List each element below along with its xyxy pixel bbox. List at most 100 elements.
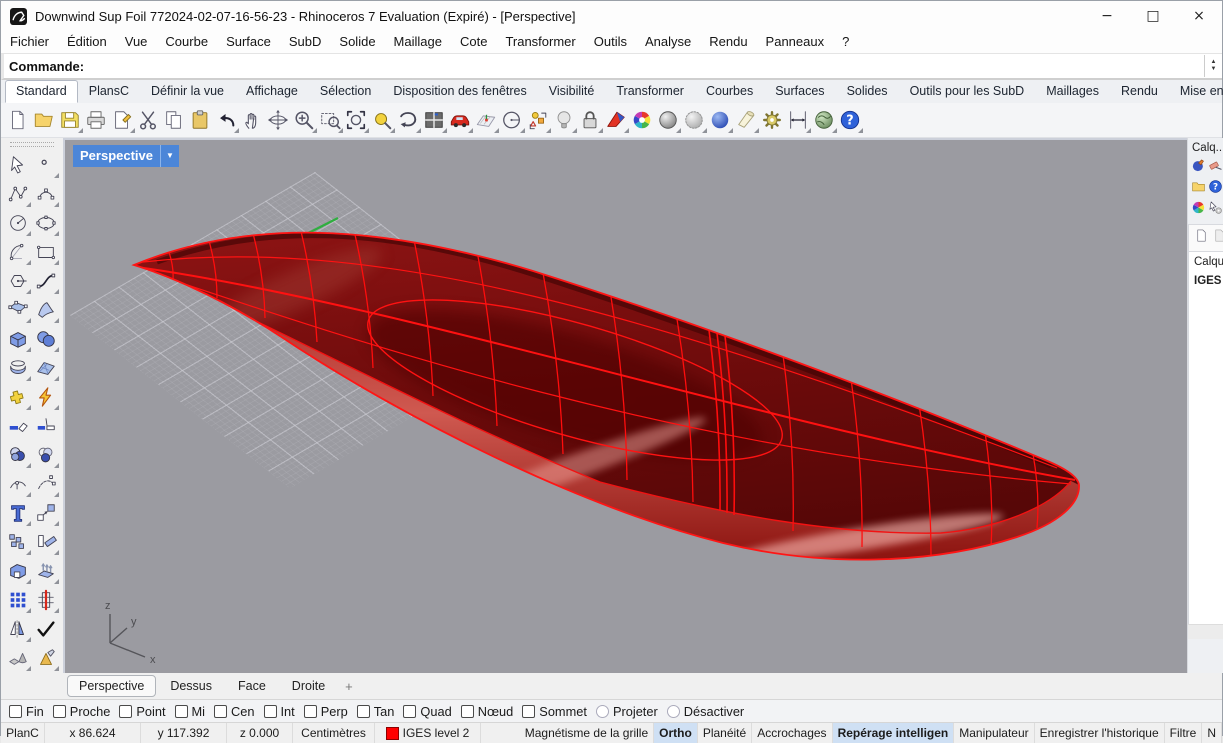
sidebar-tool-trim[interactable] <box>5 412 31 440</box>
toolbar-button-render[interactable] <box>603 106 629 134</box>
toolbar-tab-selection[interactable]: Sélection <box>309 80 382 103</box>
osnap-mi[interactable]: Mi <box>175 704 206 719</box>
toolbar-button-spotlight[interactable] <box>733 106 759 134</box>
menu-panneaux[interactable]: Panneaux <box>757 31 834 53</box>
menu-analyse[interactable]: Analyse <box>636 31 700 53</box>
sidebar-tool-solid-union[interactable] <box>5 557 31 585</box>
osnap-point[interactable]: Point <box>119 704 165 719</box>
sidebar-tool-ellipse[interactable] <box>33 209 59 237</box>
toolbar-button-zoom-selected[interactable] <box>369 106 395 134</box>
osnap-cen[interactable]: Cen <box>214 704 254 719</box>
toolbar-button-earth[interactable] <box>811 106 837 134</box>
status-reperage-intelligen[interactable]: Repérage intelligen <box>833 723 955 743</box>
toolbar-grip[interactable] <box>10 142 54 147</box>
viewport-menu-arrow[interactable]: ▼ <box>160 145 179 167</box>
menu-solide[interactable]: Solide <box>330 31 384 53</box>
sidebar-tool-box[interactable] <box>5 325 31 353</box>
toolbar-button-cut[interactable] <box>135 106 161 134</box>
toolbar-button-print[interactable] <box>83 106 109 134</box>
sidebar-tool-check[interactable] <box>33 615 59 643</box>
sidebar-tool-mirror[interactable] <box>5 615 31 643</box>
sidebar-tool-scale[interactable] <box>33 499 59 527</box>
close-button[interactable]: × <box>1176 1 1222 31</box>
sidebar-tool-point[interactable] <box>33 151 59 179</box>
sidebar-tool-split-line[interactable] <box>33 586 59 614</box>
osnap-mi-checkbox[interactable] <box>175 705 188 718</box>
toolbar-button-undo-view[interactable] <box>395 106 421 134</box>
toolbar-button-open-file[interactable] <box>31 106 57 134</box>
toolbar-tab-disposition-des-fenetres[interactable]: Disposition des fenêtres <box>382 80 537 103</box>
toolbar-button-selection-filter[interactable] <box>525 106 551 134</box>
sidebar-tool-rectangle[interactable] <box>33 238 59 266</box>
toolbar-button-circle-center[interactable] <box>499 106 525 134</box>
sidebar-tool-point-on-curve[interactable] <box>5 470 31 498</box>
osnap-sommet[interactable]: Sommet <box>522 704 587 719</box>
status-manipulateur[interactable]: Manipulateur <box>954 723 1034 743</box>
menu-transformer[interactable]: Transformer <box>496 31 584 53</box>
sidebar-tool-flash[interactable] <box>33 383 59 411</box>
layer-toolbar-page[interactable] <box>1194 228 1209 248</box>
sidebar-tool-arc[interactable] <box>5 238 31 266</box>
toolbar-button-dimension[interactable] <box>785 106 811 134</box>
osnap-int[interactable]: Int <box>264 704 295 719</box>
sidebar-tool-surface-points[interactable] <box>5 296 31 324</box>
toolbar-button-color-wheel[interactable] <box>629 106 655 134</box>
viewport-perspective[interactable]: z y x Perspective ▼ <box>63 138 1187 673</box>
osnap-point-checkbox[interactable] <box>119 705 132 718</box>
sidebar-tool-text[interactable] <box>5 499 31 527</box>
osnap-desactiver-checkbox[interactable] <box>667 705 680 718</box>
viewport-tab-face[interactable]: Face <box>226 675 278 697</box>
maximize-button[interactable]: □ <box>1130 1 1176 31</box>
sidebar-tool-split[interactable] <box>33 412 59 440</box>
toolbar-button-help[interactable]: ? <box>837 106 863 134</box>
panel-tab-label[interactable]: Calq... <box>1188 138 1223 157</box>
toolbar-button-rendered-sphere[interactable] <box>707 106 733 134</box>
layer-row-iges[interactable]: IGES <box>1189 271 1223 290</box>
toolbar-button-zoom-window[interactable] <box>317 106 343 134</box>
toolbar-button-named-views[interactable] <box>447 106 473 134</box>
sidebar-tool-extrude[interactable] <box>33 557 59 585</box>
osnap-quad[interactable]: Quad <box>403 704 451 719</box>
sidebar-tool-boolean-union[interactable] <box>5 441 31 469</box>
panel-tab-cursor-gear[interactable] <box>1208 200 1223 220</box>
status-planc[interactable]: PlanC <box>1 723 45 743</box>
toolbar-button-document-properties[interactable] <box>109 106 135 134</box>
osnap-n-ud-checkbox[interactable] <box>461 705 474 718</box>
sidebar-tool-surface-grid[interactable] <box>33 354 59 382</box>
menu-cote[interactable]: Cote <box>451 31 496 53</box>
sidebar-tool-polygon[interactable] <box>5 267 31 295</box>
sidebar-tool-curve-cp[interactable] <box>33 180 59 208</box>
toolbar-button-viewport-layout[interactable] <box>421 106 447 134</box>
osnap-proche-checkbox[interactable] <box>53 705 66 718</box>
sidebar-tool-rotate-copy[interactable] <box>33 528 59 556</box>
sidebar-tool-polyline[interactable] <box>5 180 31 208</box>
status-ortho[interactable]: Ortho <box>654 723 698 743</box>
osnap-tan[interactable]: Tan <box>357 704 395 719</box>
toolbar-tab-definir-la-vue[interactable]: Définir la vue <box>140 80 235 103</box>
sidebar-tool-array[interactable] <box>5 528 31 556</box>
sidebar-tool-pyramid-brush[interactable] <box>33 644 59 672</box>
toolbar-button-ghosted-sphere[interactable] <box>681 106 707 134</box>
status-n[interactable]: N <box>1202 723 1222 743</box>
osnap-n-ud[interactable]: Nœud <box>461 704 514 719</box>
sidebar-tool-explode[interactable] <box>5 383 31 411</box>
command-history-spinner[interactable]: ▲▼ <box>1204 55 1222 77</box>
status-filtre[interactable]: Filtre <box>1165 723 1203 743</box>
osnap-perp[interactable]: Perp <box>304 704 348 719</box>
toolbar-button-rotate-view[interactable] <box>265 106 291 134</box>
status-enregistrer-l-historique[interactable]: Enregistrer l'historique <box>1035 723 1165 743</box>
osnap-desactiver[interactable]: Désactiver <box>667 704 744 719</box>
toolbar-button-undo[interactable] <box>213 106 239 134</box>
menu-edition[interactable]: Édition <box>58 31 116 53</box>
osnap-quad-checkbox[interactable] <box>403 705 416 718</box>
osnap-fin-checkbox[interactable] <box>9 705 22 718</box>
status-iges-level-2[interactable]: IGES level 2 <box>375 723 481 743</box>
viewport-tab-dessus[interactable]: Dessus <box>158 675 224 697</box>
toolbar-button-shaded-sphere[interactable] <box>655 106 681 134</box>
toolbar-tab-plansc[interactable]: PlansC <box>78 80 140 103</box>
toolbar-button-paste[interactable] <box>187 106 213 134</box>
toolbar-button-zoom-extents[interactable] <box>343 106 369 134</box>
status-magnetisme-de-la-grille[interactable]: Magnétisme de la grille <box>520 723 654 743</box>
panel-tab-color-wheel-small[interactable] <box>1191 200 1206 220</box>
toolbar-tab-surfaces[interactable]: Surfaces <box>764 80 835 103</box>
